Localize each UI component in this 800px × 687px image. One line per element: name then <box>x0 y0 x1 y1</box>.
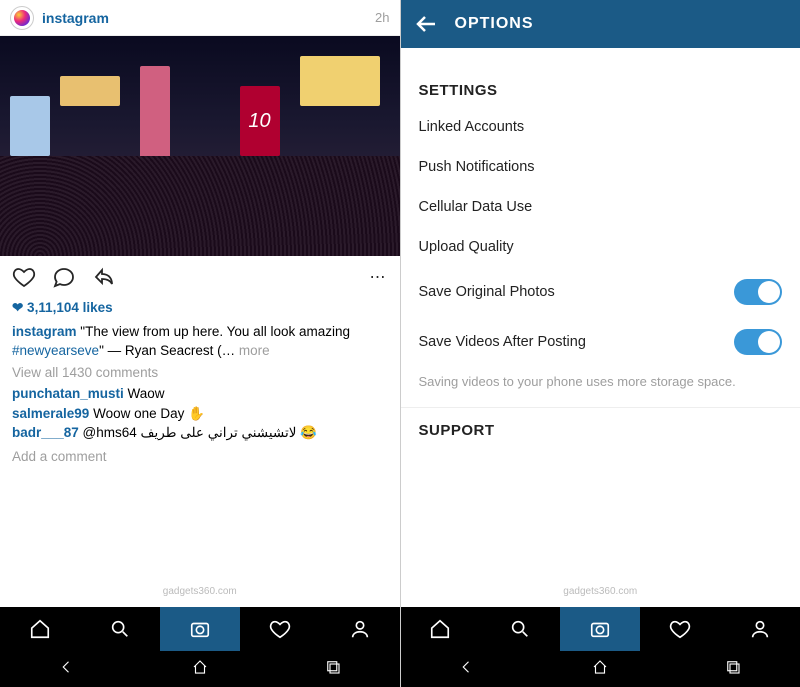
app-tabbar <box>401 607 800 651</box>
add-comment[interactable]: Add a comment <box>12 447 388 467</box>
tab-search[interactable] <box>480 607 560 651</box>
share-icon[interactable] <box>92 265 116 289</box>
tab-activity[interactable] <box>240 607 320 651</box>
helper-text: Saving videos to your phone uses more st… <box>401 367 800 407</box>
comment-user[interactable]: punchatan_musti <box>12 386 124 401</box>
app-tabbar <box>0 607 400 651</box>
options-topbar: OPTIONS <box>401 0 800 48</box>
nav-back-icon[interactable] <box>458 658 476 681</box>
comment-text: Woow one Day ✋ <box>89 406 205 421</box>
tab-activity[interactable] <box>640 607 720 651</box>
nav-recent-icon[interactable] <box>724 658 742 681</box>
row-push-notifications[interactable]: Push Notifications <box>401 147 800 187</box>
comment-text: Waow <box>124 386 165 401</box>
options-pane: OPTIONS SETTINGS Linked Accounts Push No… <box>401 0 800 687</box>
section-support: SUPPORT <box>401 408 800 447</box>
watermark: gadgets360.com <box>563 586 637 597</box>
back-icon[interactable] <box>415 12 439 36</box>
section-settings: SETTINGS <box>401 68 800 107</box>
tab-home[interactable] <box>0 607 80 651</box>
comment-row: punchatan_musti Waow <box>12 384 388 404</box>
row-upload-quality[interactable]: Upload Quality <box>401 227 800 267</box>
android-navbar <box>401 651 800 687</box>
comment-user[interactable]: badr___87 <box>12 425 79 440</box>
likes-count[interactable]: ❤ 3,11,104 likes <box>12 298 388 318</box>
post-content: ❤ 3,11,104 likes instagram "The view fro… <box>0 298 400 475</box>
android-navbar <box>0 651 400 687</box>
billboard-number: 10 <box>240 86 280 156</box>
avatar[interactable] <box>10 6 34 30</box>
row-save-photos-label: Save Original Photos <box>419 284 555 300</box>
view-all-comments[interactable]: View all 1430 comments <box>12 363 388 383</box>
tab-camera[interactable] <box>160 607 240 651</box>
tab-search[interactable] <box>80 607 160 651</box>
row-cellular-data[interactable]: Cellular Data Use <box>401 187 800 227</box>
row-linked-accounts[interactable]: Linked Accounts <box>401 107 800 147</box>
post-header: instagram 2h <box>0 0 400 36</box>
tab-profile[interactable] <box>720 607 800 651</box>
toggle-save-videos[interactable] <box>734 329 782 355</box>
post-username[interactable]: instagram <box>42 10 375 26</box>
nav-recent-icon[interactable] <box>324 658 342 681</box>
nav-back-icon[interactable] <box>58 658 76 681</box>
comment-icon[interactable] <box>52 265 76 289</box>
post-time: 2h <box>375 10 389 25</box>
comment-text: @hms64 لاتشيشني تراني على طريف 😂 <box>79 425 317 440</box>
caption-hashtag[interactable]: #newyearseve <box>12 343 99 358</box>
options-title: OPTIONS <box>455 15 534 33</box>
post-image[interactable]: 10 <box>0 36 400 256</box>
tab-camera[interactable] <box>560 607 640 651</box>
row-save-videos-label: Save Videos After Posting <box>419 334 586 350</box>
feed-pane: instagram 2h 10 ⋯ ❤ 3,11,104 likes insta… <box>0 0 401 687</box>
nav-home-icon[interactable] <box>191 658 209 681</box>
row-save-videos: Save Videos After Posting <box>401 317 800 367</box>
more-icon[interactable]: ⋯ <box>370 267 388 287</box>
caption-text-1: "The view from up here. You all look ama… <box>80 324 350 339</box>
row-save-photos: Save Original Photos <box>401 267 800 317</box>
action-bar: ⋯ <box>0 256 400 298</box>
comment-user[interactable]: salmerale99 <box>12 406 89 421</box>
comment-row: badr___87 @hms64 لاتشيشني تراني على طريف… <box>12 423 388 443</box>
caption-more[interactable]: more <box>235 343 270 358</box>
comment-row: salmerale99 Woow one Day ✋ <box>12 404 388 424</box>
tab-home[interactable] <box>401 607 481 651</box>
caption-user[interactable]: instagram <box>12 324 77 339</box>
like-icon[interactable] <box>12 265 36 289</box>
toggle-save-photos[interactable] <box>734 279 782 305</box>
watermark: gadgets360.com <box>163 586 237 597</box>
nav-home-icon[interactable] <box>591 658 609 681</box>
post-caption: instagram "The view from up here. You al… <box>12 322 388 361</box>
tab-profile[interactable] <box>320 607 400 651</box>
caption-text-2: " — Ryan Seacrest (… <box>99 343 235 358</box>
